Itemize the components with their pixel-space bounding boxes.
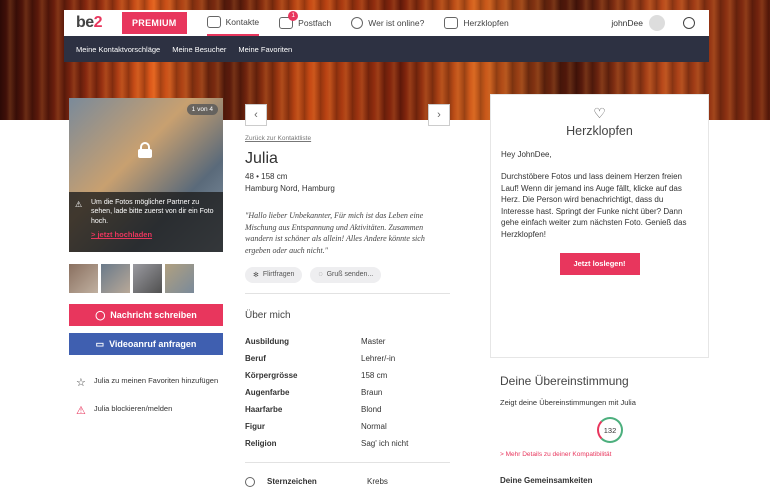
photo-upload-notice: ⚠ Um die Fotos möglicher Partner zu sehe… — [69, 192, 223, 252]
photo-thumbnail[interactable] — [133, 264, 162, 293]
flirt-questions-chip[interactable]: ✻ Flirtfragen — [245, 266, 303, 283]
upload-photo-link[interactable]: > jetzt hochladen — [91, 230, 217, 240]
previous-profile-button[interactable]: ‹ — [245, 104, 267, 126]
nav-herzklopfen[interactable]: Herzklopfen — [444, 10, 509, 36]
top-navigation: be2 PREMIUM Kontakte 1 Postfach Wer ist … — [64, 10, 709, 36]
herzklopfen-description: Durchstöbere Fotos und lass deinem Herze… — [501, 172, 687, 239]
nav-kontakte[interactable]: Kontakte — [206, 10, 260, 36]
match-score: 132 — [597, 417, 623, 443]
settings-icon[interactable] — [683, 17, 695, 29]
contacts-icon — [206, 16, 221, 28]
photo-thumbnails — [69, 264, 194, 293]
divider — [245, 292, 450, 294]
zodiac-icon — [245, 476, 255, 487]
table-row: Augenfarbe Braun — [245, 387, 383, 397]
photo-thumbnail[interactable] — [101, 264, 130, 293]
attributes-table: Ausbildung Master Beruf Lehrer/-in Körperg… — [245, 333, 408, 452]
user-menu[interactable]: johnDee — [611, 15, 665, 31]
chevron-right-icon: › — [437, 109, 441, 121]
premium-button[interactable]: PREMIUM — [122, 12, 187, 34]
herzklopfen-card: ♡ Herzklopfen Hey JohnDee, Durchstöbere … — [490, 94, 709, 358]
age-height: 48 • 158 cm — [245, 172, 288, 181]
write-message-button[interactable]: ◯ Nachricht schreiben — [69, 304, 223, 326]
match-card: Deine Übereinstimmung Zeigt deine Überei… — [490, 362, 709, 500]
unread-badge: 1 — [288, 11, 299, 21]
online-icon — [351, 17, 364, 29]
table-row: Figur Normal — [245, 421, 387, 431]
warning-icon: ⚠ — [75, 200, 83, 209]
warning-icon: ⚠ — [76, 405, 86, 417]
snowflake-icon: ✻ — [253, 271, 259, 279]
about-title: Über mich — [245, 309, 291, 321]
photo-thumbnail[interactable] — [69, 264, 98, 293]
table-row: Ausbildung Master — [245, 336, 386, 346]
photo-counter: 1 von 4 — [186, 104, 218, 115]
start-now-button[interactable]: Jetzt loslegen! — [559, 252, 640, 275]
location: Hamburg Nord, Hamburg — [245, 183, 335, 193]
common-interests-title: Deine Gemeinsamkeiten — [500, 476, 593, 485]
photo-thumbnail[interactable] — [165, 264, 194, 293]
profile-quote: "Hallo lieber Unbekannter, Für mich ist … — [245, 211, 425, 255]
nav-postfach[interactable]: 1 Postfach — [279, 10, 331, 36]
avatar — [649, 15, 665, 31]
match-title: Deine Übereinstimmung — [500, 374, 629, 388]
video-icon: ▭ — [95, 338, 105, 349]
table-row: Beruf Lehrer/-in — [245, 353, 396, 363]
table-row: Körpergrösse 158 cm — [245, 370, 388, 380]
profile-name: Julia — [245, 150, 278, 167]
star-icon: ☆ — [76, 377, 86, 389]
match-subtitle: Zeigt deine Übereinstimmungen mit Julia — [500, 398, 636, 407]
chevron-left-icon: ‹ — [254, 109, 258, 121]
table-row: Religion Sag' ich nicht — [245, 438, 409, 448]
nav-online[interactable]: Wer ist online? — [351, 10, 424, 36]
greeting: Hey JohnDee, — [501, 150, 552, 159]
chat-icon: ◯ — [95, 309, 106, 320]
block-report-link[interactable]: ⚠ Julia blockieren/melden — [76, 404, 226, 419]
lock-icon — [138, 142, 152, 158]
add-favorite-link[interactable]: ☆ Julia zu meinen Favoriten hinzufügen — [76, 376, 226, 391]
action-chips: ✻ Flirtfragen ◌ Gruß senden... — [245, 266, 455, 283]
herzklopfen-title: Herzklopfen — [566, 124, 633, 138]
back-to-contacts-link[interactable]: Zurück zur Kontaktliste — [245, 135, 455, 142]
subnav-besucher[interactable]: Meine Besucher — [172, 45, 226, 54]
compatibility-details-link[interactable]: > Mehr Details zu deiner Kompatibilität — [500, 451, 699, 458]
next-profile-button[interactable]: › — [428, 104, 450, 126]
heart-icon: ♡ — [593, 105, 606, 121]
video-call-button[interactable]: ▭ Videoanruf anfragen — [69, 333, 223, 355]
subnav-favoriten[interactable]: Meine Favoriten — [238, 45, 292, 54]
speech-bubble-icon: ◌ — [318, 271, 323, 279]
profile-photo[interactable]: 1 von 4 ⚠ Um die Fotos möglicher Partner… — [69, 98, 223, 252]
logo[interactable]: be2 — [64, 14, 112, 32]
subnav-kontaktvorschlaege[interactable]: Meine Kontaktvorschläge — [76, 45, 160, 54]
profile-details: Zurück zur Kontaktliste Julia 48 • 158 c… — [245, 135, 455, 487]
send-greeting-chip[interactable]: ◌ Gruß senden... — [310, 266, 382, 283]
table-row: Haarfarbe Blond — [245, 404, 382, 414]
heart-card-icon — [444, 17, 459, 29]
divider — [245, 461, 450, 463]
sub-navigation: Meine Kontaktvorschläge Meine Besucher M… — [64, 36, 709, 62]
zodiac-row: Sternzeichen Krebs — [245, 476, 455, 487]
